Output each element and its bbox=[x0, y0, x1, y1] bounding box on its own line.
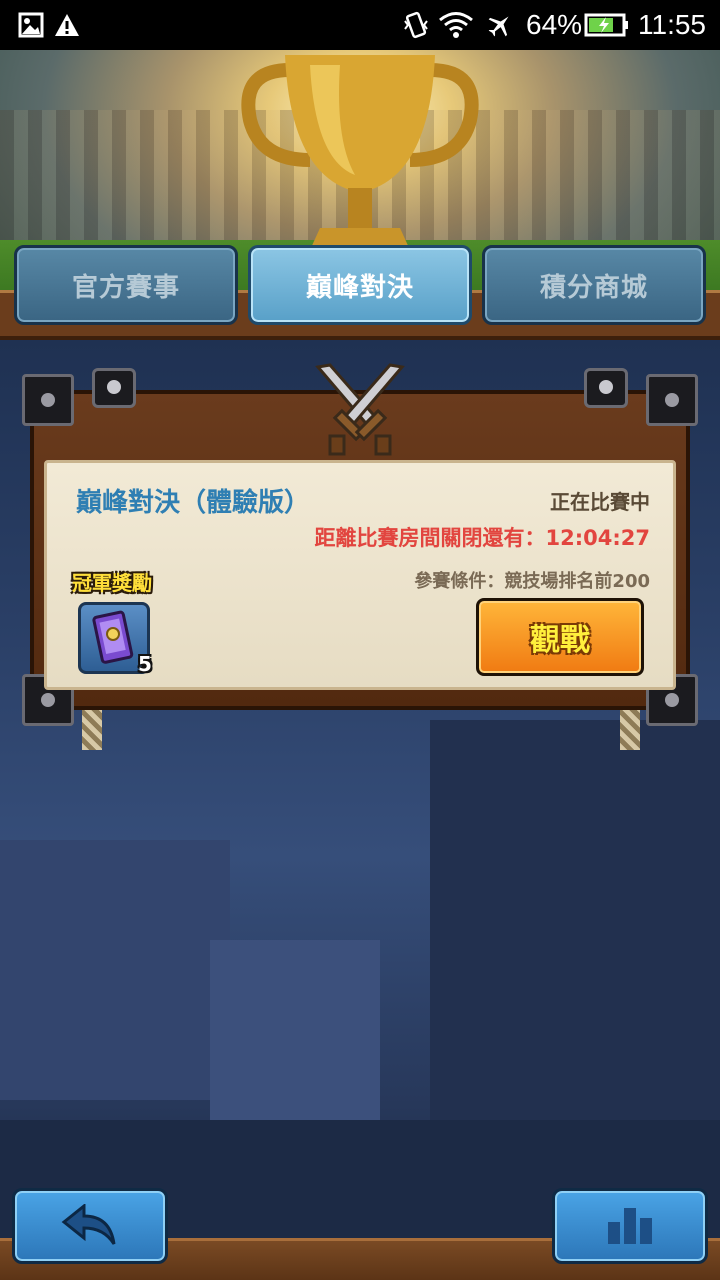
tab-points-shop[interactable]: 積分商城 bbox=[482, 245, 706, 325]
board-hanger bbox=[92, 368, 136, 408]
entry-requirement: 參賽條件：競技場排名前200 bbox=[414, 571, 650, 592]
board-corner-bracket bbox=[646, 374, 698, 426]
countdown-time: 12:04:27 bbox=[545, 526, 650, 550]
reward-count: 5 bbox=[138, 652, 152, 676]
crossed-swords-icon bbox=[315, 363, 405, 456]
board-corner-bracket bbox=[22, 374, 74, 426]
watch-button[interactable]: 觀戰 bbox=[476, 598, 644, 676]
countdown: 距離比賽房間關閉還有：12:04:27 bbox=[315, 522, 650, 552]
back-button[interactable] bbox=[12, 1188, 168, 1264]
event-status: 正在比賽中 bbox=[550, 490, 650, 514]
board-rope bbox=[82, 710, 102, 750]
scroll-icon bbox=[92, 610, 134, 664]
board-rope bbox=[620, 710, 640, 750]
vibrate-icon bbox=[402, 11, 430, 39]
battery-charging-icon bbox=[584, 11, 630, 39]
board-hanger bbox=[584, 368, 628, 408]
tab-peak-showdown[interactable]: 巔峰對決 bbox=[248, 245, 472, 325]
ranking-button[interactable] bbox=[552, 1188, 708, 1264]
status-bar: 64% 11:55 bbox=[0, 0, 720, 50]
warning-icon bbox=[54, 11, 80, 39]
back-arrow-icon bbox=[61, 1204, 116, 1245]
airplane-icon bbox=[486, 11, 514, 39]
battery-percent: 64% bbox=[526, 9, 583, 40]
event-title: 巔峰對決（體驗版） bbox=[76, 488, 311, 518]
countdown-label: 距離比賽房間關閉還有： bbox=[314, 526, 546, 550]
tab-official-events[interactable]: 官方賽事 bbox=[14, 245, 238, 325]
event-board: 巔峰對決（體驗版） 正在比賽中 距離比賽房間關閉還有：12:04:27 參賽條件… bbox=[22, 363, 698, 750]
image-icon bbox=[18, 11, 44, 39]
wifi-icon bbox=[438, 11, 474, 39]
background-house bbox=[210, 940, 380, 1120]
champion-reward-label: 冠軍獎勵 bbox=[72, 571, 152, 595]
clock: 11:55 bbox=[638, 9, 706, 40]
bar-chart-icon bbox=[608, 1208, 652, 1244]
background-house bbox=[0, 840, 230, 1100]
